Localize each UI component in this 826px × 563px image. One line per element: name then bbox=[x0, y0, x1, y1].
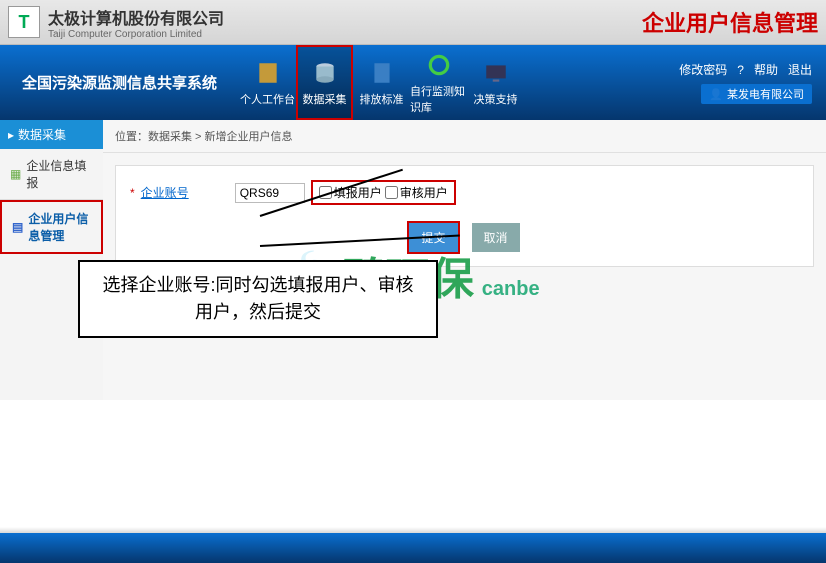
nav-self-monitor[interactable]: 自行监测知识库 bbox=[410, 45, 467, 120]
nav-personal[interactable]: 个人工作台 bbox=[239, 45, 296, 120]
callout-box: 选择企业账号:同时勾选填报用户、审核用户，然后提交 bbox=[78, 260, 438, 338]
nav-label: 个人工作台 bbox=[240, 91, 295, 107]
logo-icon: T bbox=[8, 6, 40, 38]
chk-audit-user[interactable]: 审核用户 bbox=[385, 184, 448, 201]
nav-label: 自行监测知识库 bbox=[410, 83, 467, 115]
nav-label: 决策支持 bbox=[474, 91, 518, 107]
monitor-icon bbox=[482, 59, 510, 87]
nav-label: 数据采集 bbox=[303, 91, 347, 107]
chk-audit-input[interactable] bbox=[385, 186, 398, 199]
topbar: T 太极计算机股份有限公司 Taiji Computer Corporation… bbox=[0, 0, 826, 45]
nav-label: 排放标准 bbox=[360, 91, 404, 107]
required-mark: * bbox=[130, 186, 135, 200]
sidebar-head-label: 数据采集 bbox=[18, 126, 66, 143]
folder-icon bbox=[254, 59, 282, 87]
user-badge[interactable]: 👤 某发电有限公司 bbox=[701, 84, 812, 104]
account-label[interactable]: 企业账号 bbox=[141, 184, 189, 201]
navbar: 全国污染源监测信息共享系统 个人工作台 数据采集 排放标准 自行监测知识库 决策… bbox=[0, 45, 826, 120]
user-name: 某发电有限公司 bbox=[727, 86, 804, 102]
change-password-link[interactable]: 修改密码 bbox=[679, 61, 727, 78]
company-name-cn: 太极计算机股份有限公司 bbox=[48, 5, 224, 29]
nav-items: 个人工作台 数据采集 排放标准 自行监测知识库 决策支持 bbox=[239, 45, 524, 120]
user-icon: 👤 bbox=[709, 88, 723, 101]
company-name-en: Taiji Computer Corporation Limited bbox=[48, 29, 224, 40]
navbar-right: 修改密码 ? 帮助 退出 👤 某发电有限公司 bbox=[679, 61, 826, 104]
sidebar-item-label: 企业信息填报 bbox=[26, 157, 93, 191]
help-link[interactable]: 帮助 bbox=[754, 61, 778, 78]
breadcrumb: 位置：数据采集 > 新增企业用户信息 bbox=[103, 120, 826, 153]
nav-emission-std[interactable]: 排放标准 bbox=[353, 45, 410, 120]
database-icon bbox=[311, 59, 339, 87]
doc-icon: ▦ bbox=[10, 167, 21, 181]
system-title: 全国污染源监测信息共享系统 bbox=[0, 72, 239, 93]
help-icon: ? bbox=[737, 63, 744, 77]
sidebar-head[interactable]: ▸ 数据采集 bbox=[0, 120, 103, 149]
sidebar-item-user-mgmt[interactable]: ▤ 企业用户信息管理 bbox=[0, 200, 103, 254]
footer-strip bbox=[0, 533, 826, 563]
form-box: * 企业账号 填报用户 审核用户 提交 取消 bbox=[115, 165, 814, 267]
chevron-icon: ▸ bbox=[8, 128, 14, 142]
cancel-button[interactable]: 取消 bbox=[472, 223, 520, 252]
logout-link[interactable]: 退出 bbox=[788, 61, 812, 78]
account-input[interactable] bbox=[235, 183, 305, 203]
refresh-icon bbox=[425, 51, 453, 79]
list-icon: ▤ bbox=[12, 220, 23, 234]
page-title: 企业用户信息管理 bbox=[642, 6, 818, 38]
nav-decision[interactable]: 决策支持 bbox=[467, 45, 524, 120]
sidebar-item-enterprise-info[interactable]: ▦ 企业信息填报 bbox=[0, 149, 103, 200]
book-icon bbox=[368, 59, 396, 87]
nav-data-collection[interactable]: 数据采集 bbox=[296, 45, 353, 120]
logo-block: T 太极计算机股份有限公司 Taiji Computer Corporation… bbox=[8, 5, 224, 40]
sidebar-item-label: 企业用户信息管理 bbox=[28, 210, 91, 244]
